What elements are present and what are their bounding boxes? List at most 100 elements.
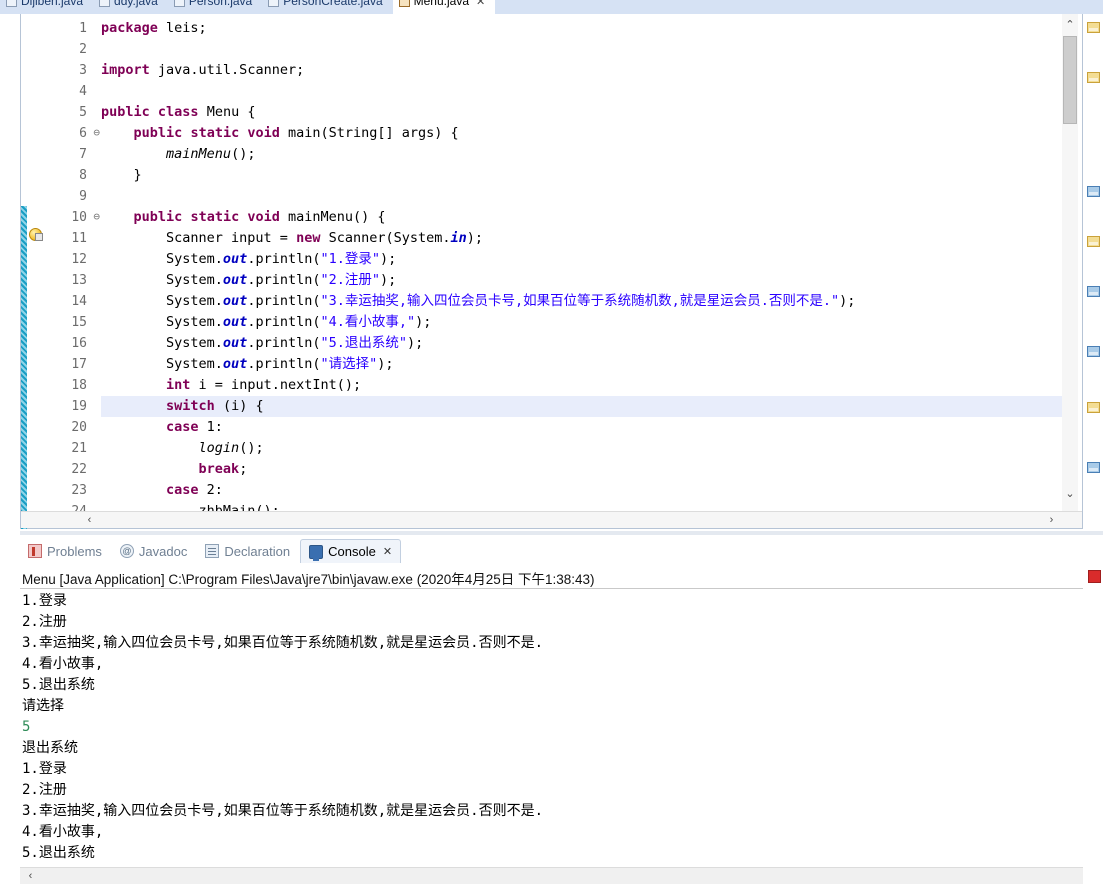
line-number: 18 bbox=[71, 378, 87, 393]
overview-ruler-marker[interactable] bbox=[1087, 236, 1100, 247]
code-line[interactable]: public static void main(String[] args) { bbox=[101, 123, 1062, 144]
editor-horizontal-scrollbar[interactable]: ‹ › bbox=[21, 511, 1082, 528]
code-line[interactable]: System.out.println("1.登录"); bbox=[101, 249, 1062, 270]
line-number-ruler: 123456⊖78910⊖111213141516171819202122232… bbox=[43, 14, 100, 528]
console-output-line: 请选择 bbox=[22, 698, 64, 714]
line-number: 9 bbox=[79, 189, 87, 204]
line-number: 13 bbox=[71, 273, 87, 288]
code-line[interactable]: package leis; bbox=[101, 18, 1062, 39]
code-line[interactable]: System.out.println("请选择"); bbox=[101, 354, 1062, 375]
code-line[interactable]: } bbox=[101, 165, 1062, 186]
console-tab-declaration[interactable]: Declaration bbox=[197, 539, 298, 563]
console-tab-label: Console bbox=[328, 544, 376, 559]
code-line[interactable] bbox=[101, 81, 1062, 102]
line-number: 20 bbox=[71, 420, 87, 435]
console-output[interactable]: 1.登录 2.注册 3.幸运抽奖,输入四位会员卡号,如果百位等于系统随机数,就是星运… bbox=[22, 591, 1083, 864]
editor-tab-bar: Dijiben.java ddy.java Person.java PersonCre… bbox=[0, 0, 1103, 14]
overview-ruler-marker[interactable] bbox=[1087, 346, 1100, 357]
code-line[interactable]: System.out.println("3.幸运抽奖,输入四位会员卡号,如果百位… bbox=[101, 291, 1062, 312]
line-number: 2 bbox=[79, 42, 87, 57]
console-tab-bar: Problems @ Javadoc Declaration Console ✕ bbox=[20, 536, 1103, 566]
annotation-gutter[interactable] bbox=[27, 14, 43, 528]
console-header-divider bbox=[20, 588, 1083, 589]
line-number: 11 bbox=[71, 231, 87, 246]
line-number: 14 bbox=[71, 294, 87, 309]
java-file-icon bbox=[268, 0, 280, 7]
overview-ruler[interactable] bbox=[1084, 14, 1103, 529]
console-output-line: 5.退出系统 bbox=[22, 677, 95, 693]
fold-toggle-icon[interactable]: ⊖ bbox=[89, 211, 100, 222]
editor-tab-person[interactable]: Person.java bbox=[167, 0, 263, 14]
console-output-line: 2.注册 bbox=[22, 614, 67, 630]
code-line[interactable]: public class Menu { bbox=[101, 102, 1062, 123]
editor-tab-dijiben[interactable]: Dijiben.java bbox=[0, 0, 94, 14]
editor-tab-ddy[interactable]: ddy.java bbox=[93, 0, 168, 14]
editor-vertical-scrollbar[interactable]: ⌃ ⌄ bbox=[1062, 14, 1078, 528]
overview-ruler-marker[interactable] bbox=[1087, 286, 1100, 297]
console-output-line: 退出系统 bbox=[22, 740, 78, 756]
line-number: 21 bbox=[71, 441, 87, 456]
editor-console-divider[interactable] bbox=[20, 531, 1103, 535]
editor-tab-menu[interactable]: Menu.java ✕ bbox=[392, 0, 496, 14]
overview-ruler-marker[interactable] bbox=[1087, 72, 1100, 83]
code-line[interactable] bbox=[101, 186, 1062, 207]
line-number: 7 bbox=[79, 147, 87, 162]
scroll-down-arrow-icon[interactable]: ⌄ bbox=[1062, 486, 1078, 502]
line-number: 16 bbox=[71, 336, 87, 351]
scroll-up-arrow-icon[interactable]: ⌃ bbox=[1062, 17, 1078, 33]
code-line[interactable] bbox=[101, 39, 1062, 60]
console-horizontal-scrollbar[interactable]: ‹ bbox=[20, 867, 1083, 884]
line-number: 8 bbox=[79, 168, 87, 183]
console-tab-problems[interactable]: Problems bbox=[20, 539, 110, 563]
console-output-line: 3.幸运抽奖,输入四位会员卡号,如果百位等于系统随机数,就是星运会员.否则不是. bbox=[22, 635, 543, 651]
java-file-icon bbox=[99, 0, 111, 7]
scroll-right-arrow-icon[interactable]: › bbox=[1043, 512, 1060, 529]
code-line[interactable]: import java.util.Scanner; bbox=[101, 60, 1062, 81]
line-number: 6 ⊖ bbox=[79, 126, 100, 141]
line-number: 19 bbox=[71, 399, 87, 414]
editor-tab-label: Person.java bbox=[188, 0, 253, 8]
close-icon[interactable]: ✕ bbox=[383, 545, 392, 558]
problems-icon bbox=[28, 544, 42, 558]
vertical-scroll-thumb[interactable] bbox=[1063, 36, 1077, 124]
console-tab-javadoc[interactable]: @ Javadoc bbox=[112, 539, 195, 563]
console-output-line: 1.登录 bbox=[22, 593, 67, 609]
code-line[interactable]: System.out.println("5.退出系统"); bbox=[101, 333, 1062, 354]
code-line[interactable]: System.out.println("4.看小故事,"); bbox=[101, 312, 1062, 333]
console-output-line: 4.看小故事, bbox=[22, 656, 104, 672]
code-line[interactable]: break; bbox=[101, 459, 1062, 480]
fold-toggle-icon[interactable]: ⊖ bbox=[89, 127, 100, 138]
console-scroll-left-arrow-icon[interactable]: ‹ bbox=[22, 868, 39, 884]
editor-tab-label: ddy.java bbox=[114, 0, 158, 8]
console-tab-label: Javadoc bbox=[138, 543, 188, 559]
line-number: 5 bbox=[79, 105, 87, 120]
code-text-area[interactable]: package leis; import java.util.Scanner; … bbox=[101, 14, 1062, 528]
quickfix-bulb-icon[interactable] bbox=[29, 228, 43, 241]
console-tab-console[interactable]: Console ✕ bbox=[300, 539, 402, 563]
code-line[interactable]: System.out.println("2.注册"); bbox=[101, 270, 1062, 291]
line-number: 17 bbox=[71, 357, 87, 372]
code-editor[interactable]: 123456⊖78910⊖111213141516171819202122232… bbox=[20, 14, 1083, 529]
code-line[interactable]: Scanner input = new Scanner(System.in); bbox=[101, 228, 1062, 249]
editor-tab-personcreate[interactable]: PersonCreate.java bbox=[262, 0, 393, 14]
code-line[interactable]: switch (i) { bbox=[101, 396, 1062, 417]
code-line[interactable]: public static void mainMenu() { bbox=[101, 207, 1062, 228]
code-line[interactable]: mainMenu(); bbox=[101, 144, 1062, 165]
code-line[interactable]: case 2: bbox=[101, 480, 1062, 501]
line-number: 23 bbox=[71, 483, 87, 498]
overview-ruler-marker[interactable] bbox=[1087, 186, 1100, 197]
overview-ruler-marker[interactable] bbox=[1087, 402, 1100, 413]
terminate-icon[interactable] bbox=[1088, 570, 1101, 583]
overview-ruler-marker[interactable] bbox=[1087, 462, 1100, 473]
console-input-line: 5 bbox=[22, 719, 31, 735]
close-icon[interactable]: ✕ bbox=[476, 0, 485, 8]
java-file-icon bbox=[398, 0, 410, 7]
code-line[interactable]: int i = input.nextInt(); bbox=[101, 375, 1062, 396]
console-tab-label: Problems bbox=[47, 543, 102, 559]
code-line[interactable]: case 1: bbox=[101, 417, 1062, 438]
scroll-left-arrow-icon[interactable]: ‹ bbox=[81, 512, 98, 529]
code-line[interactable]: login(); bbox=[101, 438, 1062, 459]
overview-ruler-marker[interactable] bbox=[1087, 22, 1100, 33]
declaration-icon bbox=[205, 544, 220, 558]
line-number: 3 bbox=[79, 63, 87, 78]
